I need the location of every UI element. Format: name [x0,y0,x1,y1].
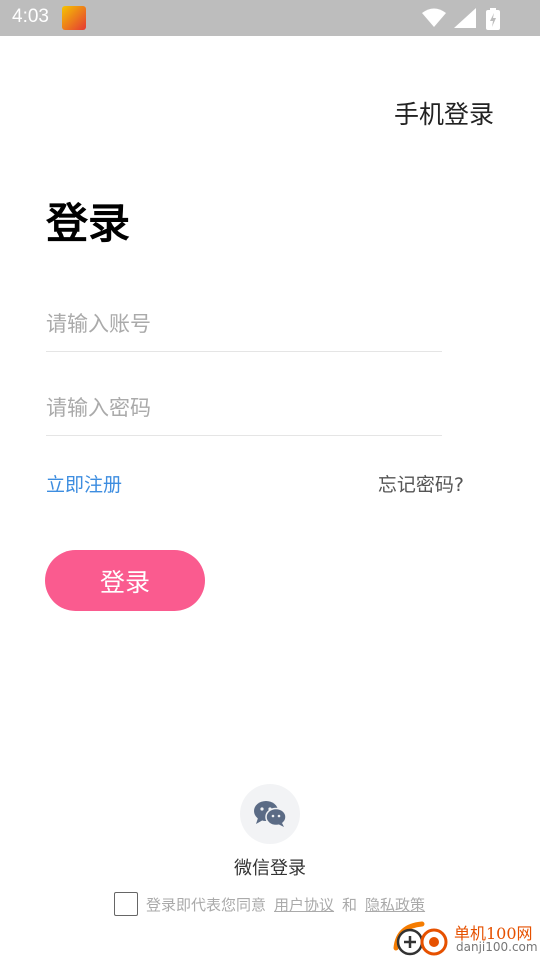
phone-login-link[interactable]: 手机登录 [394,95,494,131]
password-input[interactable] [46,380,442,436]
app-notification-icon [62,6,86,30]
page-title: 登录 [46,199,131,248]
watermark-url: danji100.com [456,940,538,954]
login-button[interactable]: 登录 [45,550,205,611]
watermark-logo-icon [393,921,448,956]
watermark: 单机100网 danji100.com [392,916,540,960]
wechat-icon [254,801,287,827]
agreement-and: 和 [342,895,358,914]
forgot-password-link[interactable]: 忘记密码? [378,470,464,497]
agreement-row: 登录即代表您同意 用户协议 和 隐私政策 [114,892,433,916]
wechat-login-label: 微信登录 [234,858,306,879]
signal-icon [454,8,476,28]
privacy-policy-link[interactable]: 隐私政策 [365,894,425,915]
battery-icon [486,8,500,30]
user-agreement-link[interactable]: 用户协议 [274,894,334,915]
status-bar: 4:03 [0,0,540,36]
agreement-prefix: 登录即代表您同意 [146,895,267,914]
register-link[interactable]: 立即注册 [46,470,122,497]
wechat-login-button[interactable] [240,784,300,844]
account-input[interactable] [46,296,442,352]
agreement-checkbox[interactable] [114,892,138,916]
status-time: 4:03 [12,6,49,27]
wifi-icon [422,8,446,27]
